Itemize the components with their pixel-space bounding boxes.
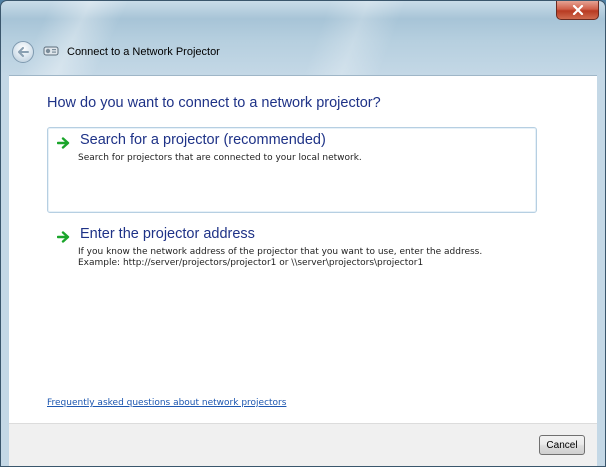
option-description: Search for projectors that are connected… [78, 153, 362, 163]
close-icon [572, 5, 583, 15]
window-title: Connect to a Network Projector [67, 46, 220, 58]
option-description: If you know the network address of the p… [78, 247, 483, 268]
back-button[interactable] [12, 41, 34, 63]
option-title: Search for a projector (recommended) [80, 132, 326, 148]
option-title: Enter the projector address [80, 226, 255, 242]
close-button[interactable] [556, 1, 599, 20]
cancel-button[interactable]: Cancel [539, 435, 585, 455]
footer-bar: Cancel [9, 423, 597, 466]
faq-link[interactable]: Frequently asked questions about network… [47, 398, 286, 408]
title-bar-glass [1, 1, 605, 75]
back-arrow-icon [18, 47, 29, 57]
content-area: How do you want to connect to a network … [9, 75, 597, 424]
page-heading: How do you want to connect to a network … [47, 95, 381, 111]
dialog-window: Connect to a Network Projector How do yo… [0, 0, 606, 467]
option-enter-address[interactable]: Enter the projector address If you know … [47, 221, 537, 279]
option-search-projector[interactable]: Search for a projector (recommended) Sea… [47, 127, 537, 213]
green-arrow-icon [57, 137, 70, 149]
green-arrow-icon [57, 231, 70, 243]
network-projector-icon [43, 46, 59, 56]
